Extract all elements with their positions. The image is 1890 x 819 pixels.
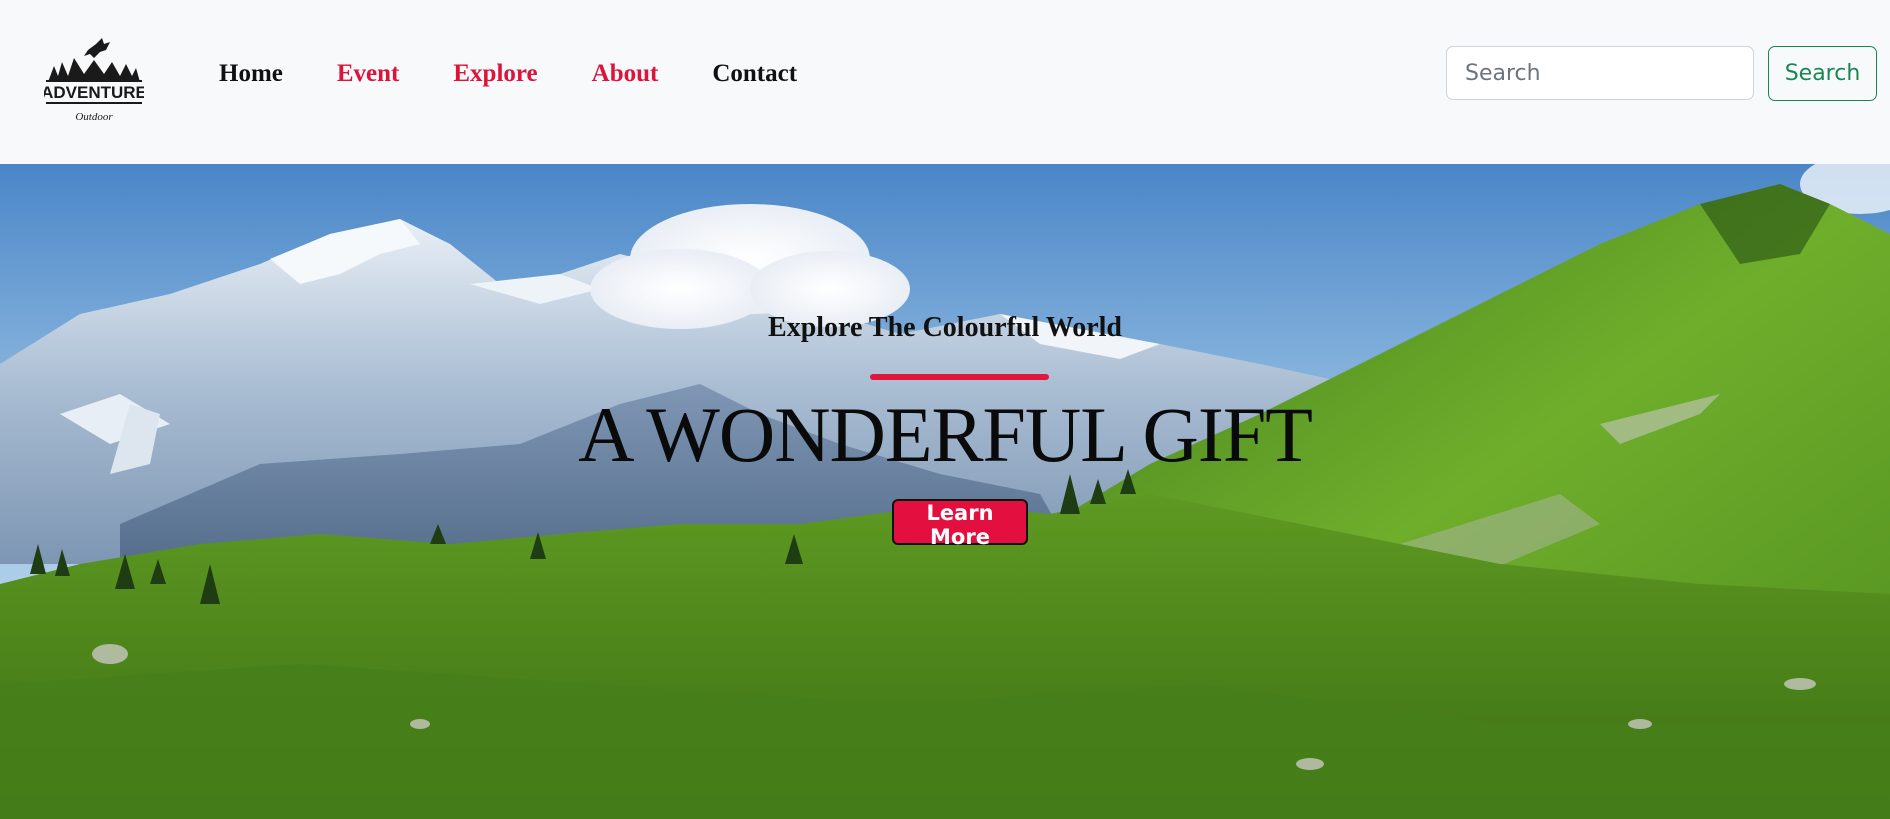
main-nav: Home Event Explore About Contact	[219, 56, 851, 92]
eagle-mountain-logo-icon: ADVENTURE Outdoor	[44, 38, 144, 123]
hero-title: A WONDERFUL GIFT	[578, 391, 1313, 478]
nav-link-contact[interactable]: Contact	[712, 60, 797, 88]
navbar: ADVENTURE Outdoor Home Event Explore Abo…	[0, 0, 1890, 164]
hero-subtitle: Explore The Colourful World	[768, 312, 1122, 343]
nav-link-home[interactable]: Home	[219, 60, 283, 88]
hero-section: Explore The Colourful World A WONDERFUL …	[0, 164, 1890, 819]
svg-text:ADVENTURE: ADVENTURE	[44, 83, 144, 102]
nav-link-explore[interactable]: Explore	[453, 60, 537, 88]
search-input[interactable]	[1446, 46, 1754, 100]
nav-link-event[interactable]: Event	[337, 60, 400, 88]
nav-link-about[interactable]: About	[592, 60, 659, 88]
brand-logo[interactable]: ADVENTURE Outdoor	[44, 36, 144, 128]
learn-more-button[interactable]: Learn More	[892, 499, 1028, 549]
search-button[interactable]: Search	[1768, 46, 1877, 101]
hero-divider	[870, 374, 1049, 380]
mountain-landscape-image	[0, 164, 1890, 819]
svg-text:Outdoor: Outdoor	[75, 111, 113, 123]
